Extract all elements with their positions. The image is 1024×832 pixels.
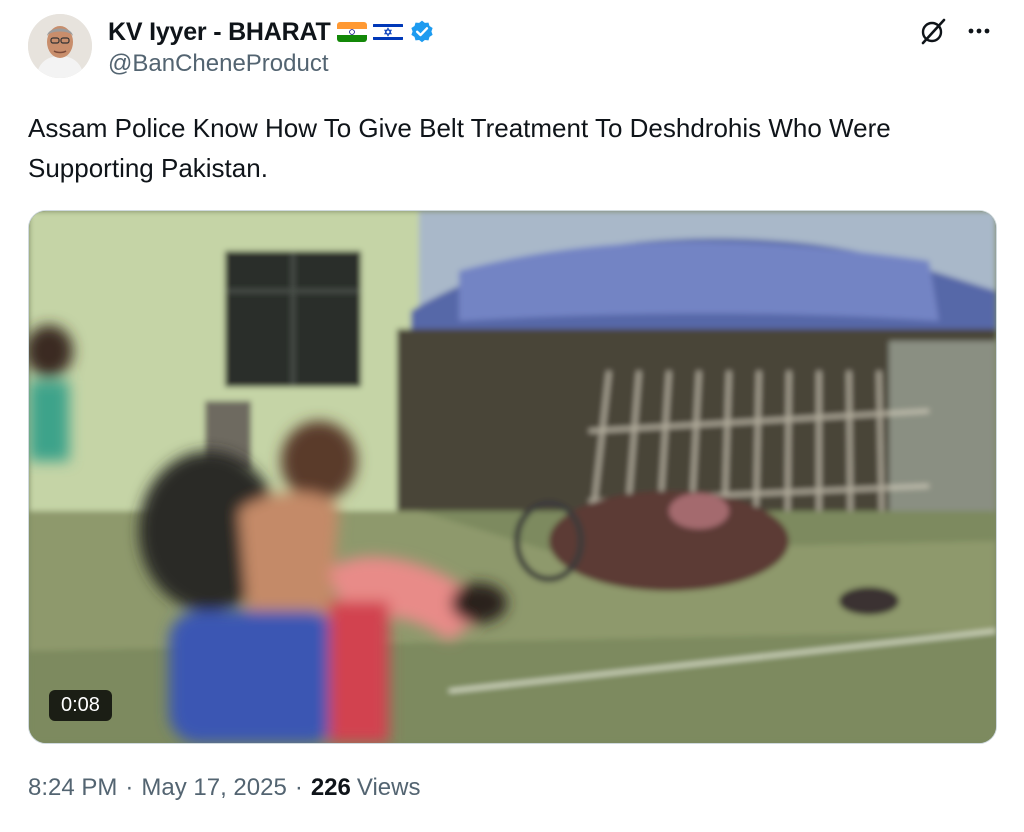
tweet-text: Assam Police Know How To Give Belt Treat… (28, 113, 891, 183)
verified-badge-icon[interactable] (409, 19, 435, 45)
video-frame (29, 211, 996, 743)
meta-separator: · (125, 774, 134, 801)
tweet-time[interactable]: 8:24 PM (28, 774, 117, 802)
video-duration-badge: 0:08 (49, 690, 112, 721)
views-count: 226 (310, 774, 351, 801)
author-handle[interactable]: @BanCheneProduct (108, 50, 329, 78)
author-display-name[interactable]: KV Iyyer - BHARAT (108, 18, 331, 47)
views-label: Views (356, 774, 421, 801)
israel-flag-icon (372, 22, 403, 42)
tweet-card: KV Iyyer - BHARAT @BanCheneProduct Assam… (0, 0, 1024, 832)
meta-separator: · (294, 774, 303, 801)
more-icon[interactable] (964, 16, 994, 46)
avatar-image (28, 14, 92, 78)
tweet-date[interactable]: May 17, 2025 (141, 774, 286, 802)
grok-icon[interactable] (918, 16, 948, 46)
author-name-row: KV Iyyer - BHARAT (108, 14, 435, 50)
video-player[interactable]: 0:08 (28, 210, 997, 744)
avatar[interactable] (28, 14, 92, 78)
tweet-actions-top (918, 16, 994, 46)
india-flag-icon (336, 22, 367, 42)
tweet-meta: 8:24 PM · May 17, 2025 · 226 Views (28, 774, 420, 802)
